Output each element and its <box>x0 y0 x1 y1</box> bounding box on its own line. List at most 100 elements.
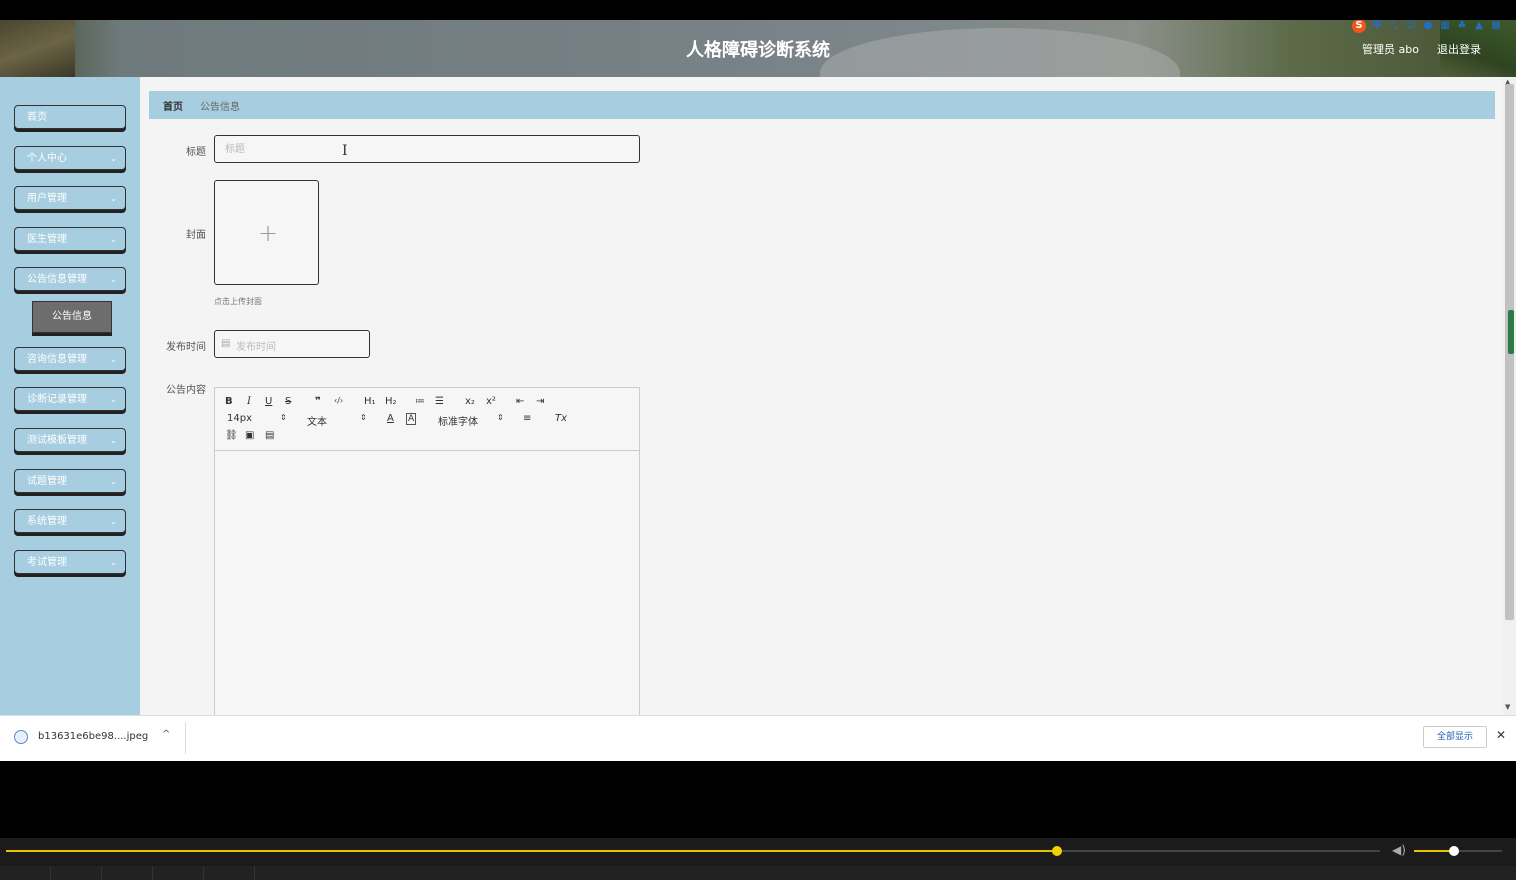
image-file-icon <box>14 730 28 744</box>
text-type-select[interactable]: 文本 <box>307 413 327 428</box>
select-arrows-icon: ⇕ <box>360 413 367 422</box>
taskbar <box>0 866 1516 880</box>
sidebar-subitem-notice-info[interactable]: 公告信息 <box>32 301 112 333</box>
sidebar-item-label: 医生管理 <box>27 234 67 245</box>
heading1-button[interactable]: H₁ <box>364 396 376 407</box>
sidebar-item-exam-management[interactable]: 考试管理 ⌄ <box>14 550 126 574</box>
punctuation-icon[interactable]: °, <box>1388 20 1400 32</box>
link-icon[interactable]: ⛓ <box>225 430 238 441</box>
clear-format-button[interactable]: Tx <box>555 413 567 424</box>
subscript-button[interactable]: x₂ <box>465 396 475 407</box>
progress-played[interactable] <box>6 850 1058 852</box>
sidebar-item-notice-management[interactable]: 公告信息管理 ⌄ <box>14 267 126 291</box>
content-label: 公告内容 <box>166 385 206 396</box>
shirt-icon[interactable]: ♣ <box>1456 20 1468 32</box>
sidebar-item-personal-center[interactable]: 个人中心 ⌄ <box>14 146 126 170</box>
skin-icon[interactable]: ▲ <box>1473 20 1485 32</box>
editor-toolbar-divider <box>215 450 639 451</box>
sidebar-item-label: 用户管理 <box>27 193 67 204</box>
download-file-name[interactable]: b13631e6be98....jpeg <box>38 731 148 742</box>
sidebar-item-label: 考试管理 <box>27 557 67 568</box>
chevron-down-icon: ⌄ <box>110 235 117 244</box>
emoji-icon[interactable]: ☺ <box>1405 20 1417 32</box>
sidebar-item-label: 测试模板管理 <box>27 435 87 446</box>
text-cursor-icon: I <box>342 143 348 159</box>
background-color-button[interactable]: A <box>406 413 417 425</box>
indent-button[interactable]: ⇥ <box>536 396 544 407</box>
video-icon[interactable]: ▤ <box>265 430 274 441</box>
sidebar-item-consultation-management[interactable]: 咨询信息管理 ⌄ <box>14 347 126 371</box>
taskbar-item[interactable] <box>204 866 255 880</box>
select-arrows-icon: ⇕ <box>497 413 504 422</box>
image-icon[interactable]: ▣ <box>245 430 254 441</box>
close-icon[interactable]: ✕ <box>1496 728 1506 742</box>
breadcrumb-home[interactable]: 首页 <box>163 98 183 113</box>
sidebar-item-test-templates[interactable]: 测试模板管理 ⌄ <box>14 428 126 452</box>
underline-button[interactable]: U <box>265 396 272 407</box>
title-input[interactable] <box>214 135 640 163</box>
download-divider <box>185 722 186 754</box>
rich-text-editor[interactable] <box>214 387 640 717</box>
chevron-down-icon: ⌄ <box>110 275 117 284</box>
chevron-down-icon: ⌄ <box>110 558 117 567</box>
volume-fill[interactable] <box>1414 850 1454 852</box>
volume-knob[interactable] <box>1448 846 1459 856</box>
header-bar: 人格障碍诊断系统 S 中 °, ☺ ● ▦ ♣ ▲ ▩ 管理员 abo 退出登录 <box>0 20 1516 77</box>
chevron-down-icon: ⌄ <box>110 395 117 404</box>
chevron-down-icon: ⌄ <box>110 517 117 526</box>
breadcrumb <box>149 91 1495 119</box>
superscript-button[interactable]: x² <box>486 396 496 407</box>
bold-button[interactable]: B <box>225 396 233 407</box>
chevron-up-icon[interactable]: ^ <box>162 729 170 740</box>
keyboard-icon[interactable]: ▦ <box>1439 20 1451 32</box>
sidebar-item-label: 个人中心 <box>27 153 67 164</box>
download-bar <box>0 715 1516 761</box>
breadcrumb-current: 公告信息 <box>200 102 240 113</box>
font-size-select[interactable]: 14px <box>227 413 252 424</box>
heading2-button[interactable]: H₂ <box>385 396 397 407</box>
title-label: 标题 <box>186 147 206 158</box>
sidebar-item-user-management[interactable]: 用户管理 ⌄ <box>14 186 126 210</box>
sidebar: 首页 个人中心 ⌄ 用户管理 ⌄ 医生管理 ⌄ 公告信息管理 ⌄ 公告信息 咨询信息管理… <box>0 77 140 715</box>
blockquote-button[interactable]: ❞ <box>315 396 321 407</box>
bullet-list-button[interactable]: ☰ <box>435 396 444 407</box>
logout-link[interactable]: 退出登录 <box>1437 41 1481 57</box>
sidebar-item-doctor-management[interactable]: 医生管理 ⌄ <box>14 227 126 251</box>
font-color-button[interactable]: A <box>387 413 394 424</box>
taskbar-item[interactable] <box>0 866 51 880</box>
taskbar-item[interactable] <box>51 866 102 880</box>
microphone-icon[interactable]: ● <box>1422 20 1434 32</box>
font-family-select[interactable]: 标准字体 <box>438 413 478 428</box>
chevron-down-icon: ⌄ <box>110 355 117 364</box>
taskbar-item[interactable] <box>153 866 204 880</box>
italic-button[interactable]: I <box>247 396 251 407</box>
volume-icon[interactable]: ◀) <box>1392 843 1406 857</box>
chevron-down-icon: ⌄ <box>110 154 117 163</box>
code-block-button[interactable]: ‹/› <box>334 396 343 405</box>
volume-remaining[interactable] <box>1453 850 1502 852</box>
sidebar-item-label: 公告信息管理 <box>27 274 87 285</box>
sidebar-item-label: 诊断记录管理 <box>27 394 87 405</box>
ime-toolbar[interactable]: S 中 °, ☺ ● ▦ ♣ ▲ ▩ <box>1352 20 1502 34</box>
show-all-button[interactable]: 全部显示 <box>1423 726 1487 748</box>
sidebar-item-home[interactable]: 首页 <box>14 105 126 129</box>
taskbar-item[interactable] <box>102 866 153 880</box>
sidebar-item-question-management[interactable]: 试题管理 ⌄ <box>14 469 126 493</box>
chevron-down-icon: ⌄ <box>110 436 117 445</box>
sidebar-item-label: 咨询信息管理 <box>27 354 87 365</box>
sidebar-item-diagnosis-records[interactable]: 诊断记录管理 ⌄ <box>14 387 126 411</box>
sidebar-item-label: 试题管理 <box>27 476 67 487</box>
ordered-list-button[interactable]: ≔ <box>415 396 425 407</box>
sogou-logo-icon[interactable]: S <box>1352 20 1366 33</box>
align-button[interactable]: ≡ <box>523 413 531 424</box>
strikethrough-button[interactable]: S <box>285 396 291 407</box>
publish-time-label: 发布时间 <box>166 342 206 353</box>
grid-icon[interactable]: ▩ <box>1490 20 1502 32</box>
progress-remaining[interactable] <box>1057 850 1380 852</box>
outdent-button[interactable]: ⇤ <box>516 396 524 407</box>
admin-label: 管理员 abo <box>1362 43 1419 56</box>
scroll-down-icon[interactable]: ▼ <box>1505 703 1510 711</box>
app-title: 人格障碍诊断系统 <box>686 40 830 61</box>
chinese-mode-icon[interactable]: 中 <box>1371 20 1383 32</box>
sidebar-item-system-management[interactable]: 系统管理 ⌄ <box>14 509 126 533</box>
